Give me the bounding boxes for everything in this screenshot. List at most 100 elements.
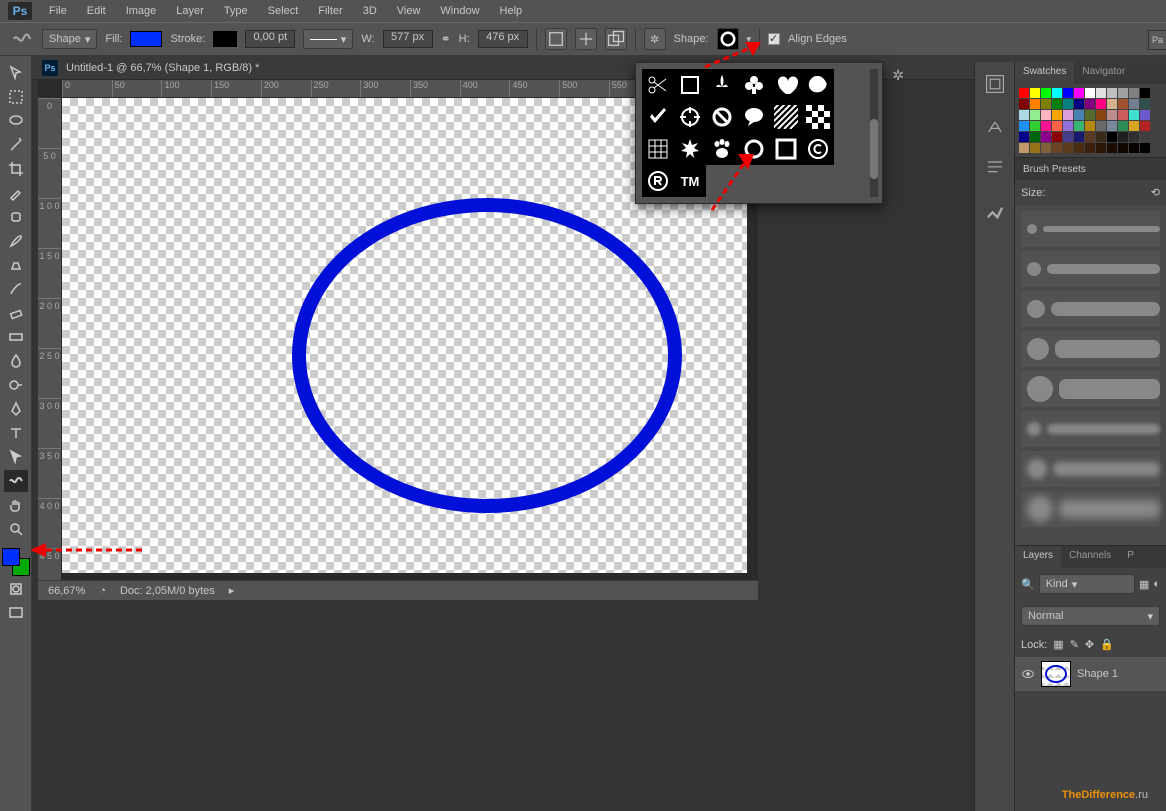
swatch[interactable] xyxy=(1063,132,1073,142)
paths-tab[interactable]: P xyxy=(1119,546,1142,568)
foreground-background-colors[interactable] xyxy=(2,548,30,576)
brush-preset-list[interactable] xyxy=(1015,205,1166,545)
shape-starburst-icon[interactable] xyxy=(674,133,706,165)
lock-transparency-icon[interactable]: ▦ xyxy=(1053,638,1063,651)
swatch[interactable] xyxy=(1052,99,1062,109)
menu-type[interactable]: Type xyxy=(215,2,257,20)
swatch[interactable] xyxy=(1052,121,1062,131)
visibility-eye-icon[interactable] xyxy=(1021,667,1035,681)
brush-preset-item[interactable] xyxy=(1021,211,1160,247)
path-select-tool[interactable] xyxy=(4,446,28,468)
swatch[interactable] xyxy=(1052,132,1062,142)
stroke-width-input[interactable]: 0,00 pt xyxy=(245,30,295,48)
filter-adjust-icon[interactable]: ◐ xyxy=(1153,578,1160,590)
swatch[interactable] xyxy=(1085,121,1095,131)
swatch[interactable] xyxy=(1052,110,1062,120)
shape-heart-icon[interactable] xyxy=(770,69,802,101)
swatch[interactable] xyxy=(1019,88,1029,98)
swatch[interactable] xyxy=(1096,88,1106,98)
swatch[interactable] xyxy=(1085,110,1095,120)
swatch[interactable] xyxy=(1019,121,1029,131)
shape-club-icon[interactable] xyxy=(738,69,770,101)
status-icon[interactable]: ◔ xyxy=(99,585,106,597)
shape-speech-bubble-icon[interactable] xyxy=(738,101,770,133)
swatch[interactable] xyxy=(1019,143,1029,153)
swatch[interactable] xyxy=(1096,143,1106,153)
path-op-new-icon[interactable] xyxy=(545,28,567,50)
brush-preset-item[interactable] xyxy=(1021,451,1160,487)
magic-wand-tool[interactable] xyxy=(4,134,28,156)
menu-filter[interactable]: Filter xyxy=(309,2,351,20)
swatch[interactable] xyxy=(1096,121,1106,131)
shape-diagonal-stripes-icon[interactable] xyxy=(770,101,802,133)
swatch[interactable] xyxy=(1041,99,1051,109)
lock-position-icon[interactable]: ✥ xyxy=(1085,638,1094,651)
swatch[interactable] xyxy=(1041,121,1051,131)
swatch[interactable] xyxy=(1041,132,1051,142)
shape-no-sign-icon[interactable] xyxy=(706,101,738,133)
shape-checkerboard-icon[interactable] xyxy=(802,101,834,133)
path-align-icon[interactable] xyxy=(575,28,597,50)
menu-window[interactable]: Window xyxy=(431,2,488,20)
layer-row[interactable]: Shape 1 xyxy=(1015,657,1166,691)
popup-scrollbar[interactable] xyxy=(870,69,878,197)
swatch[interactable] xyxy=(1107,132,1117,142)
paragraph-panel-icon[interactable] xyxy=(983,156,1007,180)
swatch[interactable] xyxy=(1052,88,1062,98)
channels-tab[interactable]: Channels xyxy=(1061,546,1119,568)
swatch[interactable] xyxy=(1019,99,1029,109)
swatch[interactable] xyxy=(1019,110,1029,120)
brush-presets-tab[interactable]: Brush Presets xyxy=(1015,158,1166,180)
layers-tab[interactable]: Layers xyxy=(1015,546,1061,568)
swatch[interactable] xyxy=(1129,110,1139,120)
swatch[interactable] xyxy=(1140,132,1150,142)
swatch[interactable] xyxy=(1030,132,1040,142)
tool-mode-dropdown[interactable]: Shape ▾ xyxy=(42,29,97,49)
swatch[interactable] xyxy=(1129,143,1139,153)
eyedropper-tool[interactable] xyxy=(4,182,28,204)
swatch[interactable] xyxy=(1085,143,1095,153)
swatch[interactable] xyxy=(1041,88,1051,98)
swatch[interactable] xyxy=(1063,110,1073,120)
height-input[interactable]: 476 px xyxy=(478,30,528,48)
swatch[interactable] xyxy=(1063,99,1073,109)
swatch[interactable] xyxy=(1096,132,1106,142)
brush-preset-item[interactable] xyxy=(1021,411,1160,447)
swatch[interactable] xyxy=(1129,132,1139,142)
swatch[interactable] xyxy=(1063,121,1073,131)
swatch[interactable] xyxy=(1118,88,1128,98)
shape-registered-icon[interactable] xyxy=(642,165,674,197)
layer-filter-icon[interactable]: 🔍 xyxy=(1021,578,1035,591)
brush-preset-item[interactable] xyxy=(1021,371,1160,407)
popup-menu-icon[interactable]: ✲ xyxy=(892,67,904,84)
brush-tool[interactable] xyxy=(4,230,28,252)
swatch[interactable] xyxy=(1030,88,1040,98)
paste-button-truncated[interactable]: Pa xyxy=(1148,30,1166,50)
zoom-level[interactable]: 66,67% xyxy=(48,585,85,597)
swatch[interactable] xyxy=(1030,143,1040,153)
brush-preset-item[interactable] xyxy=(1021,331,1160,367)
history-panel-icon[interactable] xyxy=(983,72,1007,96)
document-tab-title[interactable]: Untitled-1 @ 66,7% (Shape 1, RGB/8) * xyxy=(66,62,259,74)
swatch[interactable] xyxy=(1118,99,1128,109)
shape-paw-icon[interactable] xyxy=(706,133,738,165)
menu-help[interactable]: Help xyxy=(491,2,532,20)
swatch[interactable] xyxy=(1074,110,1084,120)
swatch[interactable] xyxy=(1118,132,1128,142)
shape-fleur-de-lis-icon[interactable] xyxy=(706,69,738,101)
menu-layer[interactable]: Layer xyxy=(167,2,213,20)
quick-mask-toggle[interactable] xyxy=(4,578,28,600)
menu-file[interactable]: File xyxy=(40,2,76,20)
swatch[interactable] xyxy=(1129,121,1139,131)
menu-edit[interactable]: Edit xyxy=(78,2,115,20)
swatch[interactable] xyxy=(1107,121,1117,131)
path-arrange-icon[interactable] xyxy=(605,28,627,50)
lasso-tool[interactable] xyxy=(4,110,28,132)
swatches-tab[interactable]: Swatches xyxy=(1015,62,1074,84)
shape-circle-outline-icon[interactable] xyxy=(738,133,770,165)
blur-tool[interactable] xyxy=(4,350,28,372)
swatch[interactable] xyxy=(1107,88,1117,98)
blend-mode-dropdown[interactable]: Normal▾ xyxy=(1021,606,1160,626)
shape-blob-icon[interactable] xyxy=(802,69,834,101)
swatch[interactable] xyxy=(1096,110,1106,120)
